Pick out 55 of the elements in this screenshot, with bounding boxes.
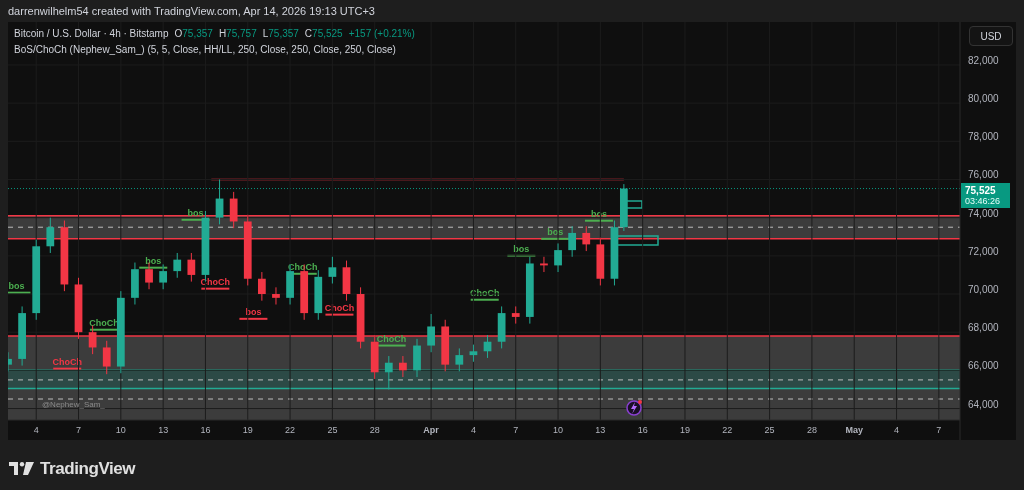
date-axis-label: 22 bbox=[285, 425, 296, 435]
currency-button[interactable]: USD bbox=[969, 26, 1013, 46]
date-axis-label: 19 bbox=[242, 425, 253, 435]
date-axis-label: 13 bbox=[158, 425, 169, 435]
structure-label: bos bbox=[540, 226, 571, 240]
date-axis-label: 4 bbox=[33, 425, 39, 435]
date-axis-label: 7 bbox=[513, 425, 519, 435]
date-axis-label: 28 bbox=[806, 425, 817, 435]
date-axis-label: 4 bbox=[894, 425, 900, 435]
date-axis-label: 16 bbox=[637, 425, 648, 435]
price-axis-label: 64,000 bbox=[968, 398, 999, 410]
price-axis-label: 70,000 bbox=[968, 284, 999, 295]
price-axis-label: 80,000 bbox=[968, 93, 999, 105]
price-axis-label: 66,000 bbox=[968, 360, 999, 372]
header-caption: darrenwilhelm54 created with TradingView.com, Apr 14, 2026 19:13 UTC+3 bbox=[8, 3, 375, 19]
ohlc-value: H75,757 bbox=[218, 27, 257, 41]
date-axis-label: May bbox=[845, 425, 863, 435]
date-axis-label: 25 bbox=[764, 425, 775, 435]
price-axis-label: 68,000 bbox=[968, 322, 999, 334]
ohlc-value: O75,357 bbox=[174, 27, 213, 41]
date-axis-label: 7 bbox=[936, 425, 942, 435]
structure-label: bos bbox=[506, 243, 537, 257]
date-axis-label: 25 bbox=[327, 425, 338, 435]
date-axis-label: 22 bbox=[722, 425, 733, 435]
structure-label: ChoCh bbox=[287, 261, 318, 275]
indicator-title: BoS/ChoCh (Nephew_Sam_) (5, 5, Close, HH/LL, 250, Close, 250, Close, 250, Close) bbox=[14, 43, 397, 57]
date-axis-label: 7 bbox=[76, 425, 82, 435]
current-price: 75,525 bbox=[965, 184, 996, 196]
ohlc-value: C75,525 bbox=[304, 27, 343, 41]
symbol-title: Bitcoin / U.S. Dollar · 4h · Bitstamp bbox=[14, 27, 169, 41]
price-axis-label: 76,000 bbox=[968, 169, 999, 181]
brand-name: TradingView bbox=[40, 458, 136, 480]
date-axis-label: 16 bbox=[200, 425, 211, 435]
date-axis-label: Apr bbox=[423, 425, 439, 435]
structure-label: ChoCh bbox=[52, 356, 83, 370]
price-axis-label: 82,000 bbox=[968, 54, 999, 66]
date-axis-label: 10 bbox=[553, 425, 564, 435]
date-axis-label: 13 bbox=[595, 425, 606, 435]
price-axis-label: 72,000 bbox=[968, 245, 999, 257]
price-change: +157 (+0.21%) bbox=[348, 27, 415, 41]
price-axis-label: 74,000 bbox=[968, 207, 999, 219]
structure-label: ChoCh bbox=[469, 287, 500, 301]
structure-label: bos bbox=[8, 280, 32, 294]
date-axis-label: 4 bbox=[470, 425, 476, 435]
indicator-watermark: @Nephew_Sam_ bbox=[42, 400, 105, 409]
price-axis-label: 78,000 bbox=[968, 131, 999, 143]
date-axis-label: 28 bbox=[369, 425, 380, 435]
structure-label: ChoCh bbox=[324, 302, 355, 316]
ohlc-value: L75,357 bbox=[262, 27, 299, 41]
date-axis-label: 10 bbox=[115, 425, 126, 435]
bar-countdown: 03:46:26 bbox=[965, 195, 1001, 207]
structure-label: bos bbox=[238, 306, 269, 320]
structure-label: bos bbox=[138, 255, 169, 269]
structure-label: ChoCh bbox=[200, 276, 231, 290]
date-axis-label: 19 bbox=[679, 425, 690, 435]
